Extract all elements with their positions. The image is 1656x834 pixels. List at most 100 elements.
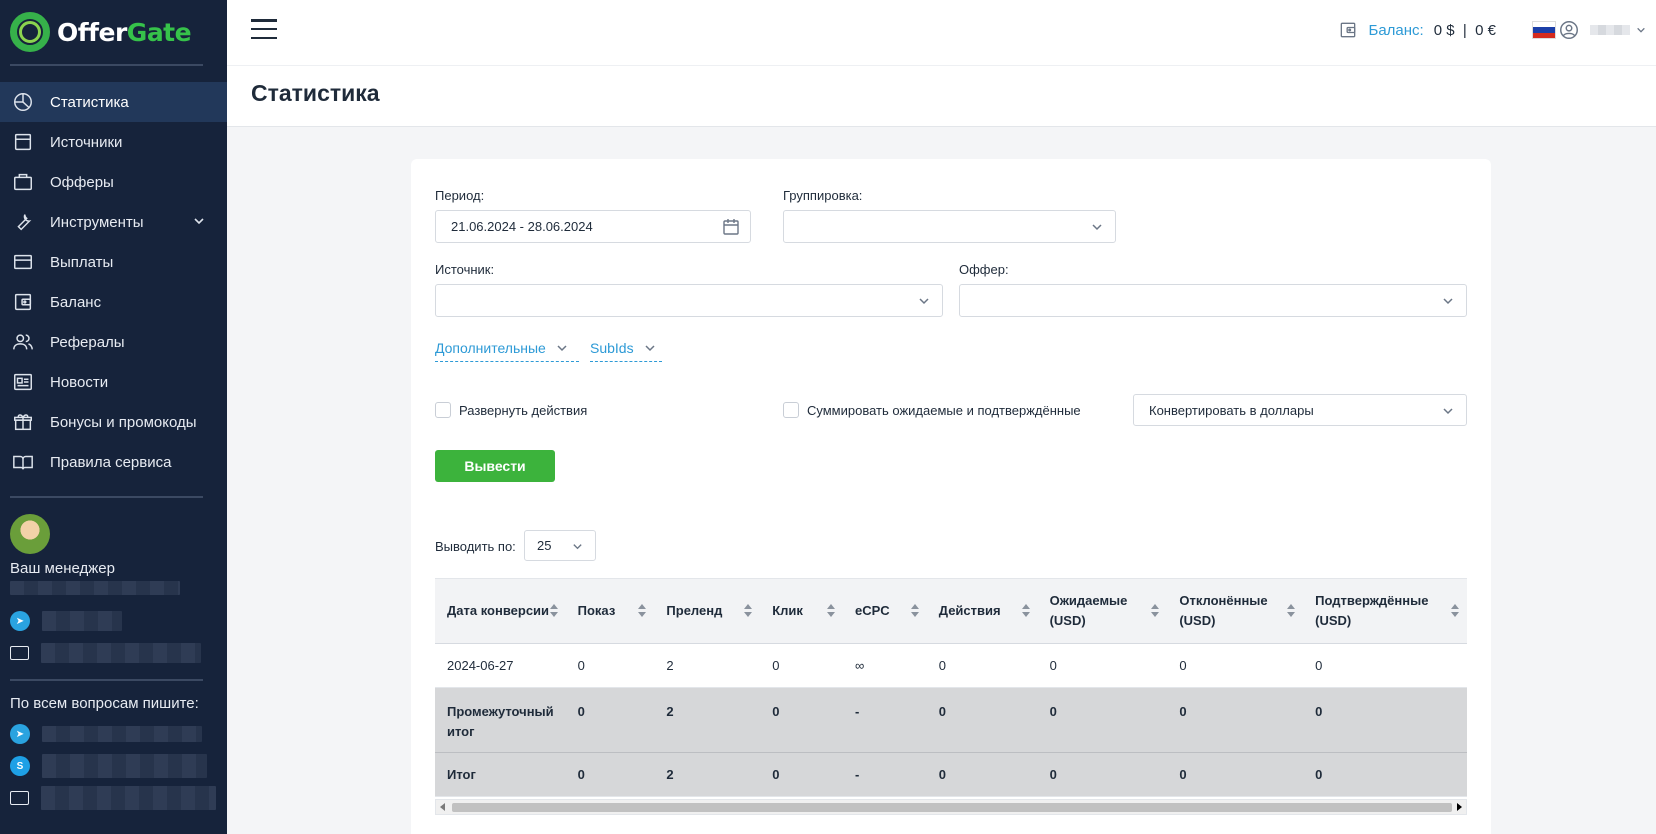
column-header[interactable]: Ожидаемые (USD) xyxy=(1037,578,1168,644)
sort-icon[interactable] xyxy=(1451,604,1459,618)
manager-email[interactable] xyxy=(10,637,217,669)
column-header-label: Дата конверсии xyxy=(447,603,550,618)
checkbox-box[interactable] xyxy=(783,402,799,418)
column-header-label: Показ xyxy=(577,603,616,618)
sidebar: OfferGate Статистика Источники Офферы Ин… xyxy=(0,0,227,834)
table-cell: 2 xyxy=(654,687,761,753)
mail-icon xyxy=(10,646,29,660)
support-telegram[interactable]: ➤ xyxy=(10,718,227,750)
chevron-down-icon xyxy=(573,544,582,550)
menu-toggle-button[interactable] xyxy=(251,19,277,39)
sidebar-divider xyxy=(10,64,203,66)
sort-icon[interactable] xyxy=(826,604,835,618)
column-header[interactable]: Отклонённые (USD) xyxy=(1167,578,1304,644)
submit-button[interactable]: Вывести xyxy=(435,450,555,482)
sidebar-item-payouts[interactable]: Выплаты xyxy=(0,242,227,282)
offer-select[interactable] xyxy=(959,284,1467,317)
scrollbar-thumb[interactable] xyxy=(452,803,1452,812)
chevron-down-icon xyxy=(1443,408,1453,415)
chevron-down-icon xyxy=(919,298,929,305)
sort-icon[interactable] xyxy=(744,604,753,618)
manager-telegram[interactable]: ➤ xyxy=(10,605,217,637)
column-header-label: Ожидаемые (USD) xyxy=(1049,593,1128,628)
checkbox-box[interactable] xyxy=(435,402,451,418)
column-header[interactable]: Показ xyxy=(565,578,655,644)
sidebar-item-referrals[interactable]: Рефералы xyxy=(0,322,227,362)
statistics-table: Дата конверсии Показ Преленд Клик eCPC Д… xyxy=(435,578,1467,797)
sidebar-item-offers[interactable]: Офферы xyxy=(0,162,227,202)
table-cell: 2 xyxy=(654,643,761,688)
column-header[interactable]: Подтверждённые (USD) xyxy=(1303,578,1467,644)
scroll-left-icon[interactable] xyxy=(440,803,445,811)
table-cell: 2024-06-27 xyxy=(435,643,566,688)
user-icon xyxy=(1560,21,1578,39)
sidebar-item-sources[interactable]: Источники xyxy=(0,122,227,162)
period-label: Период: xyxy=(435,188,485,203)
column-header[interactable]: Действия xyxy=(926,578,1038,644)
sort-icon[interactable] xyxy=(638,604,647,618)
source-label: Источник: xyxy=(435,262,495,277)
source-select[interactable] xyxy=(435,284,943,317)
sidebar-item-statistics[interactable]: Статистика xyxy=(0,82,227,122)
column-header-label: eCPC xyxy=(854,603,890,618)
column-header[interactable]: Преленд xyxy=(654,578,761,644)
table-row: 2024-06-27 0 2 0 ∞ 0 0 0 0 xyxy=(435,643,1467,688)
chevron-down-icon xyxy=(557,345,567,352)
user-menu[interactable] xyxy=(1558,19,1646,41)
sort-icon[interactable] xyxy=(549,604,558,618)
sidebar-item-label: Баланс xyxy=(50,293,102,311)
table-cell: 0 xyxy=(565,643,655,688)
convert-select[interactable]: Конвертировать в доллары xyxy=(1133,394,1467,426)
manager-block: Ваш менеджер ➤ xyxy=(0,498,227,669)
column-header[interactable]: Дата конверсии xyxy=(435,578,566,644)
mail-icon xyxy=(10,791,29,805)
chevron-down-icon xyxy=(194,218,204,225)
users-icon xyxy=(13,334,33,350)
sidebar-item-bonuses[interactable]: Бонусы и промокоды xyxy=(0,402,227,442)
column-header[interactable]: eCPC xyxy=(842,578,927,644)
sidebar-item-tools[interactable]: Инструменты xyxy=(0,202,227,242)
calendar-icon xyxy=(723,219,739,235)
telegram-icon: ➤ xyxy=(10,611,30,631)
logo[interactable]: OfferGate xyxy=(0,0,227,64)
sidebar-item-label: Инструменты xyxy=(50,213,144,231)
period-field[interactable]: 21.06.2024 - 28.06.2024 xyxy=(435,210,751,243)
expand-actions-checkbox[interactable]: Развернуть действия xyxy=(435,402,587,418)
expand-actions-label: Развернуть действия xyxy=(459,402,588,418)
sum-checkbox[interactable]: Суммировать ожидаемые и подтверждённые xyxy=(783,402,1081,418)
subtotal-row: Промежуточный итог 0 2 0 - 0 0 0 0 xyxy=(435,687,1467,753)
table-cell: 0 xyxy=(1303,687,1467,753)
topbar: Баланс: 0 $ | 0 € xyxy=(227,0,1656,66)
grouping-select[interactable] xyxy=(783,210,1116,243)
sidebar-item-balance[interactable]: Баланс xyxy=(0,282,227,322)
table-cell: 0 xyxy=(926,687,1038,753)
support-skype[interactable]: S xyxy=(10,750,227,782)
sort-icon[interactable] xyxy=(910,604,919,618)
table-cell: 0 xyxy=(926,643,1038,688)
sidebar-nav: Статистика Источники Офферы Инструменты … xyxy=(0,82,227,482)
sort-icon[interactable] xyxy=(1151,604,1160,618)
sort-icon[interactable] xyxy=(1021,604,1030,618)
page-title: Статистика xyxy=(251,80,380,106)
sort-icon[interactable] xyxy=(1287,604,1296,618)
per-page-select[interactable]: 25 xyxy=(524,530,596,561)
language-flag-icon[interactable] xyxy=(1532,21,1556,39)
table-cell: 2 xyxy=(654,752,761,797)
table-cell: 0 xyxy=(926,752,1038,797)
per-page-value: 25 xyxy=(537,538,552,553)
sidebar-item-news[interactable]: Новости xyxy=(0,362,227,402)
subids-dropdown[interactable]: SubIds xyxy=(590,340,662,362)
table-cell: - xyxy=(842,687,927,753)
sidebar-item-label: Правила сервиса xyxy=(50,453,172,471)
horizontal-scrollbar[interactable] xyxy=(435,799,1467,815)
table-cell: 0 xyxy=(1037,752,1168,797)
support-email[interactable] xyxy=(10,782,227,814)
table-cell: 0 xyxy=(1037,643,1168,688)
balance-display[interactable]: Баланс: 0 $ | 0 € xyxy=(1338,20,1496,40)
sidebar-item-rules[interactable]: Правила сервиса xyxy=(0,442,227,482)
scroll-right-icon[interactable] xyxy=(1457,803,1462,811)
column-header[interactable]: Клик xyxy=(760,578,843,644)
statistics-card: Период: 21.06.2024 - 28.06.2024 Группиро… xyxy=(411,159,1491,834)
extra-dropdown[interactable]: Дополнительные xyxy=(435,340,579,362)
redacted-username xyxy=(1590,25,1630,35)
